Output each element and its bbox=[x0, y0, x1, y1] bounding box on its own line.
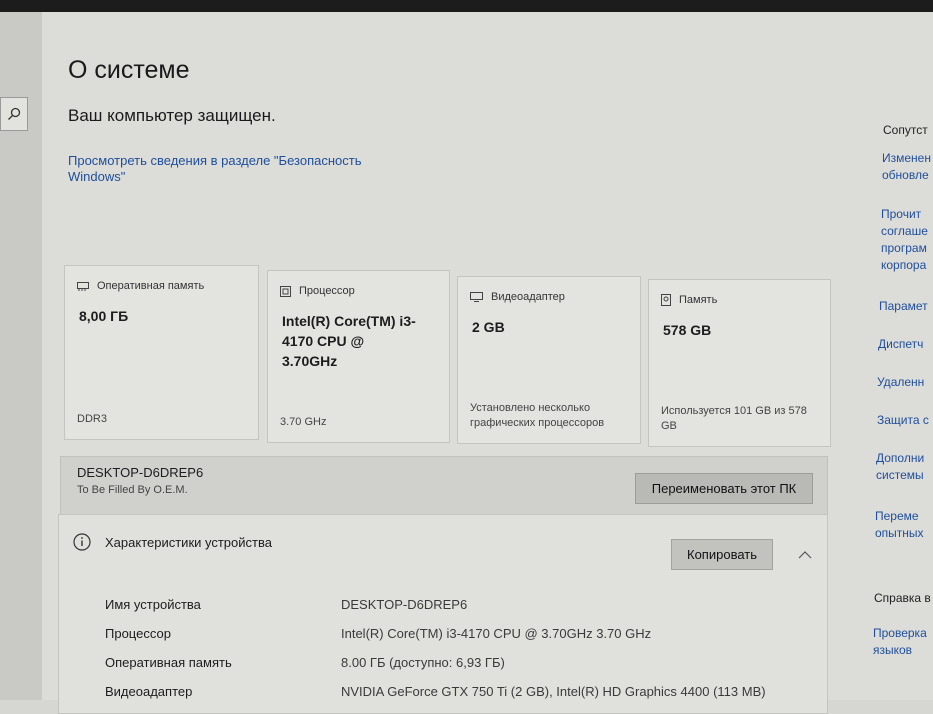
link-line: соглаше bbox=[881, 224, 928, 238]
search-button[interactable] bbox=[0, 97, 28, 131]
link-line: програм bbox=[881, 241, 927, 255]
cpu-icon bbox=[280, 285, 291, 297]
related-link-advanced[interactable]: Дополни системы bbox=[876, 450, 924, 484]
link-line: системы bbox=[876, 468, 924, 482]
related-link-device-manager[interactable]: Диспетч bbox=[878, 336, 923, 353]
spec-label: Процессор bbox=[105, 626, 171, 641]
card-value: 578 GB bbox=[663, 322, 712, 338]
spec-label: Оперативная память bbox=[105, 655, 232, 670]
related-link-license[interactable]: Прочит соглаше програм корпора bbox=[881, 206, 928, 274]
device-name: DESKTOP-D6DREP6 bbox=[77, 465, 204, 480]
card-title: Оперативная память bbox=[97, 280, 205, 292]
related-link-remote[interactable]: Удаленн bbox=[877, 374, 924, 391]
link-line: опытных bbox=[875, 526, 924, 540]
spec-row: Имя устройства DESKTOP-D6DREP6 bbox=[105, 597, 805, 619]
related-link-rename[interactable]: Переме опытных bbox=[875, 508, 924, 542]
link-line: Переме bbox=[875, 509, 919, 523]
related-link-updates[interactable]: Изменен обновле bbox=[882, 150, 931, 184]
card-title: Память bbox=[679, 294, 718, 306]
gpu-icon bbox=[470, 292, 483, 302]
related-settings-panel: Сопутст Изменен обновле Прочит соглаше п… bbox=[864, 12, 933, 700]
ram-card: Оперативная память 8,00 ГБ DDR3 bbox=[64, 265, 259, 440]
spec-value: DESKTOP-D6DREP6 bbox=[341, 597, 468, 612]
protection-status: Ваш компьютер защищен. bbox=[68, 106, 276, 125]
card-footer: 3.70 GHz bbox=[280, 416, 327, 428]
card-value: Intel(R) Core(TM) i3-4170 CPU @ 3.70GHz bbox=[282, 313, 416, 369]
device-name-section: DESKTOP-D6DREP6 To Be Filled By O.E.M. П… bbox=[60, 456, 828, 521]
related-link-params[interactable]: Парамет bbox=[879, 298, 928, 315]
storage-icon bbox=[661, 294, 671, 306]
info-icon bbox=[73, 533, 91, 551]
ram-icon bbox=[77, 281, 89, 291]
storage-card: Память 578 GB Используется 101 GB из 578… bbox=[648, 279, 831, 447]
related-settings-heading: Сопутст bbox=[883, 123, 928, 137]
card-title: Процессор bbox=[299, 285, 355, 297]
link-line: Прочит bbox=[881, 207, 922, 221]
link-line: Проверка bbox=[873, 626, 927, 640]
link-line: корпора bbox=[881, 258, 927, 272]
spec-value: 8.00 ГБ (доступно: 6,93 ГБ) bbox=[341, 655, 505, 670]
page-title: О системе bbox=[68, 56, 190, 84]
related-link-protection[interactable]: Защита с bbox=[877, 412, 929, 429]
spec-label: Видеоадаптер bbox=[105, 684, 193, 699]
spec-label: Имя устройства bbox=[105, 597, 201, 612]
rename-pc-button[interactable]: Переименовать этот ПК bbox=[635, 473, 813, 504]
device-specs-panel: Характеристики устройства Копировать Имя… bbox=[58, 514, 828, 714]
specs-title: Характеристики устройства bbox=[105, 534, 272, 550]
top-bar bbox=[0, 0, 933, 12]
help-heading: Справка в bbox=[874, 591, 931, 605]
spec-value: NVIDIA GeForce GTX 750 Ti (2 GB), Intel(… bbox=[341, 684, 766, 699]
spec-row: Видеоадаптер NVIDIA GeForce GTX 750 Ti (… bbox=[105, 684, 805, 706]
card-value: 2 GB bbox=[472, 319, 505, 335]
spec-row: Процессор Intel(R) Core(TM) i3-4170 CPU … bbox=[105, 626, 805, 648]
card-footer: Используется 101 GB из 578 GB bbox=[661, 405, 807, 432]
security-details-link[interactable]: Просмотреть сведения в разделе "Безопасн… bbox=[68, 153, 398, 185]
link-line: языков bbox=[873, 643, 913, 657]
chevron-up-icon bbox=[798, 551, 812, 559]
link-line: обновле bbox=[882, 168, 929, 182]
card-value: 8,00 ГБ bbox=[79, 308, 129, 324]
link-line: Дополни bbox=[876, 451, 925, 465]
device-manufacturer: To Be Filled By O.E.M. bbox=[77, 484, 188, 496]
cpu-card: Процессор Intel(R) Core(TM) i3-4170 CPU … bbox=[267, 270, 450, 443]
spec-value: Intel(R) Core(TM) i3-4170 CPU @ 3.70GHz … bbox=[341, 626, 652, 641]
copy-button[interactable]: Копировать bbox=[671, 539, 773, 570]
card-footer: Установлено несколько графических процес… bbox=[470, 402, 605, 429]
link-line: Изменен bbox=[882, 151, 931, 165]
card-title: Видеоадаптер bbox=[491, 291, 565, 303]
collapse-button[interactable] bbox=[795, 545, 815, 565]
spec-row: Оперативная память 8.00 ГБ (доступно: 6,… bbox=[105, 655, 805, 677]
search-icon bbox=[8, 107, 21, 120]
help-link-languages[interactable]: Проверка языков bbox=[873, 625, 927, 659]
card-footer: DDR3 bbox=[77, 413, 107, 425]
gpu-card: Видеоадаптер 2 GB Установлено несколько … bbox=[457, 276, 641, 444]
